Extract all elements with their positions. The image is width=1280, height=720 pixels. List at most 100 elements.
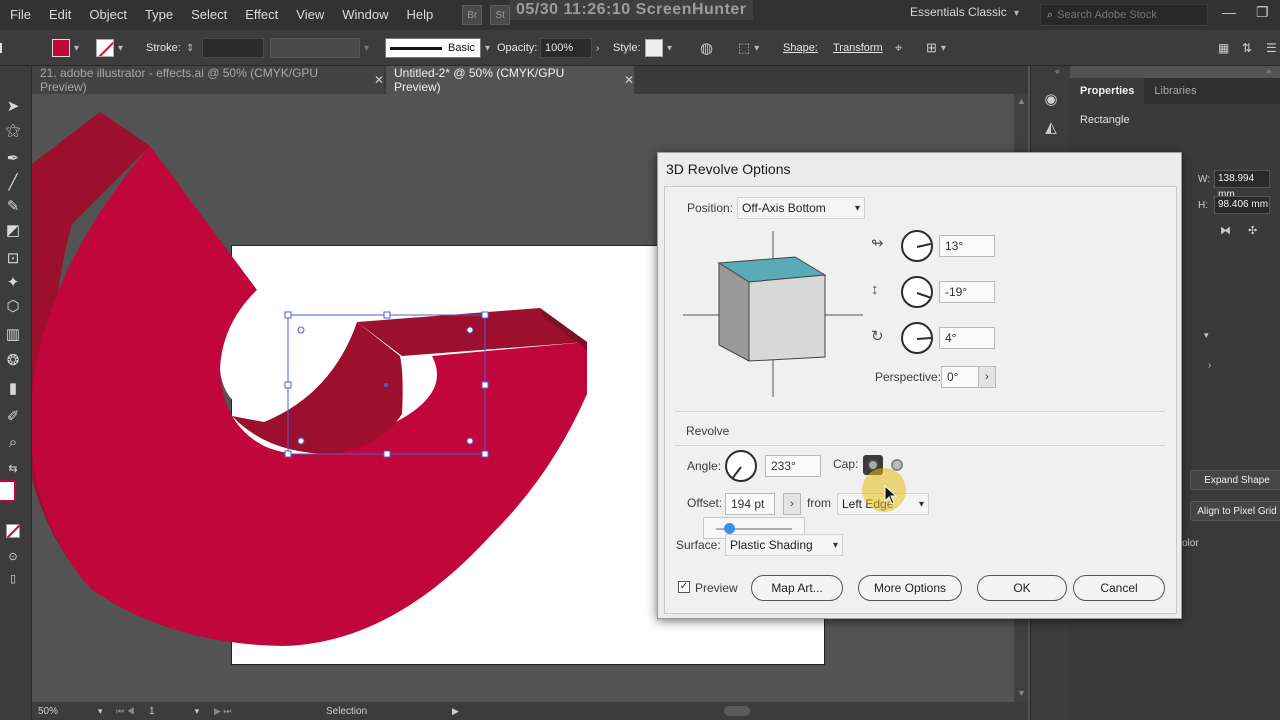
perspective-field[interactable]: 0° xyxy=(941,366,979,388)
arrange-icon[interactable]: ⊞ xyxy=(926,40,937,56)
workspace-switcher[interactable]: Essentials Classic ▾ xyxy=(910,5,1019,19)
panel-options-icon[interactable]: ⇅ xyxy=(1242,41,1252,55)
restore-icon[interactable]: ❐ xyxy=(1256,4,1269,21)
width-field[interactable]: 138.994 mm xyxy=(1214,170,1270,200)
fill-color-box[interactable] xyxy=(0,480,16,502)
minimize-icon[interactable]: — xyxy=(1222,4,1236,20)
stroke-stepper-icon[interactable]: ⇕ xyxy=(186,43,194,54)
artboard-number[interactable]: 1 xyxy=(149,706,155,717)
symbol-sprayer-icon[interactable]: ❂ xyxy=(2,350,24,370)
flip-vertical-icon[interactable]: ✣ xyxy=(1248,224,1257,237)
chevron-down-icon[interactable]: ▾ xyxy=(74,43,79,54)
line-tool-icon[interactable]: ╱ xyxy=(2,172,24,192)
collapse-panels-icon[interactable]: « xyxy=(1055,66,1060,76)
chevron-down-icon[interactable]: ▾ xyxy=(754,43,759,54)
menu-window[interactable]: Window xyxy=(333,0,397,30)
shape-builder-icon[interactable]: ⬡ xyxy=(2,296,24,316)
z-rotation-dial[interactable] xyxy=(901,322,933,354)
variable-width-profile[interactable] xyxy=(270,38,360,58)
stroke-weight-field[interactable] xyxy=(202,38,264,58)
transform-link[interactable]: Transform xyxy=(833,42,883,54)
offset-field[interactable]: 194 pt xyxy=(725,493,775,515)
panel-grid-icon[interactable]: ▦ xyxy=(1218,41,1229,55)
layers-icon[interactable]: ◭ xyxy=(1041,118,1061,136)
panel-menu-icon[interactable]: ☰ xyxy=(1266,41,1277,55)
brush-definition[interactable]: Basic xyxy=(385,38,481,58)
chevron-down-icon[interactable]: ▾ xyxy=(364,43,369,54)
drawing-mode-icon[interactable]: ⊙ xyxy=(2,546,24,566)
tab-properties[interactable]: Properties xyxy=(1070,78,1145,104)
graph-tool-icon[interactable]: ▮ xyxy=(2,378,24,398)
close-icon[interactable]: ✕ xyxy=(624,73,634,87)
z-rotation-field[interactable]: 4° xyxy=(939,327,995,349)
tab-effects-ai[interactable]: 21. adobe illustrator - effects.ai @ 50%… xyxy=(32,66,384,94)
y-rotation-dial[interactable] xyxy=(901,276,933,308)
scroll-down-icon[interactable]: ▼ xyxy=(1017,688,1026,698)
chevron-down-icon[interactable]: ▾ xyxy=(667,43,672,54)
isolate-icon[interactable]: ⌖ xyxy=(895,40,902,56)
stock-icon[interactable]: St xyxy=(490,5,511,25)
free-transform-icon[interactable]: ⊡ xyxy=(2,248,24,268)
expand-shape-button[interactable]: Expand Shape xyxy=(1190,470,1280,490)
pin-icon[interactable]: ✦ xyxy=(2,272,24,292)
perspective-slider-button[interactable]: › xyxy=(978,366,996,388)
menu-object[interactable]: Object xyxy=(80,0,136,30)
gradient-icon[interactable]: ▥ xyxy=(2,324,24,344)
more-options-button[interactable]: More Options xyxy=(858,575,962,601)
offset-slider-button[interactable]: › xyxy=(783,493,801,515)
menu-view[interactable]: View xyxy=(287,0,333,30)
chevron-down-icon[interactable]: ▾ xyxy=(195,706,200,717)
ok-button[interactable]: OK xyxy=(977,575,1067,601)
pen-tool-icon[interactable]: ✒ xyxy=(2,148,24,168)
chevron-down-icon[interactable]: ▾ xyxy=(1204,330,1209,341)
shape-link[interactable]: Shape: xyxy=(783,42,818,54)
horizontal-scroll-thumb[interactable] xyxy=(724,706,750,716)
height-field[interactable]: 98.406 mm xyxy=(1214,196,1270,214)
chevron-down-icon[interactable]: ▾ xyxy=(98,706,103,717)
opacity-field[interactable]: 100% xyxy=(540,38,592,58)
zoom-tool-icon[interactable]: ⌕ xyxy=(2,432,24,452)
menu-effect[interactable]: Effect xyxy=(236,0,287,30)
chevron-down-icon[interactable]: ▾ xyxy=(941,43,946,54)
surface-select[interactable]: Plastic Shading ▾ xyxy=(725,534,843,556)
search-input[interactable] xyxy=(1057,9,1198,21)
preview-checkbox[interactable]: ✓ xyxy=(678,581,690,593)
chevron-down-icon[interactable]: ▾ xyxy=(485,43,490,54)
close-icon[interactable]: ✕ xyxy=(374,73,384,87)
style-swatch[interactable] xyxy=(645,39,663,57)
stroke-swatch[interactable] xyxy=(96,39,114,57)
menu-type[interactable]: Type xyxy=(136,0,182,30)
x-rotation-field[interactable]: 13° xyxy=(939,235,995,257)
paintbrush-icon[interactable]: ✎ xyxy=(2,196,24,216)
align-pixel-grid-button[interactable]: Align to Pixel Grid xyxy=(1190,501,1280,521)
appearance-icon[interactable]: ◉ xyxy=(1041,90,1061,108)
swap-colors-icon[interactable]: ⇆ xyxy=(2,458,24,478)
y-rotation-field[interactable]: -19° xyxy=(939,281,995,303)
map-art-button[interactable]: Map Art... xyxy=(751,575,843,601)
collapse-panel-icon[interactable]: » xyxy=(1266,66,1271,76)
eyedropper-icon[interactable]: ✐ xyxy=(2,406,24,426)
menu-file[interactable]: File xyxy=(0,0,40,30)
chevron-right-icon[interactable]: › xyxy=(596,43,599,54)
position-select[interactable]: Off-Axis Bottom ▾ xyxy=(737,197,865,219)
cube-preview[interactable] xyxy=(683,227,863,397)
stroke-none-box[interactable] xyxy=(6,523,22,539)
cancel-button[interactable]: Cancel xyxy=(1073,575,1165,601)
flip-horizontal-icon[interactable]: ⧓ xyxy=(1220,224,1231,237)
screen-mode-icon[interactable]: ▯ xyxy=(2,568,24,588)
stock-search[interactable]: ⌕ xyxy=(1040,4,1208,26)
fill-swatch[interactable] xyxy=(52,39,70,57)
recolor-icon[interactable]: ◍ xyxy=(700,39,713,57)
zoom-level[interactable]: 50% xyxy=(38,706,58,717)
offset-slider-thumb[interactable] xyxy=(724,523,735,534)
menu-select[interactable]: Select xyxy=(182,0,236,30)
menu-help[interactable]: Help xyxy=(397,0,442,30)
magic-wand-icon[interactable]: ⚝ xyxy=(2,120,24,140)
eraser-icon[interactable]: ◩ xyxy=(2,220,24,240)
artboard-nav-first-icon[interactable]: ⏮ ◀ xyxy=(116,702,135,720)
scroll-up-icon[interactable]: ▲ xyxy=(1017,96,1026,106)
tab-untitled-2[interactable]: Untitled-2* @ 50% (CMYK/GPU Preview) ✕ xyxy=(386,66,634,94)
artboard-nav-last-icon[interactable]: ▶ ⏭ xyxy=(214,702,232,720)
chevron-down-icon[interactable]: ▾ xyxy=(118,43,123,54)
selection-tool-icon[interactable]: ➤ xyxy=(2,96,24,116)
